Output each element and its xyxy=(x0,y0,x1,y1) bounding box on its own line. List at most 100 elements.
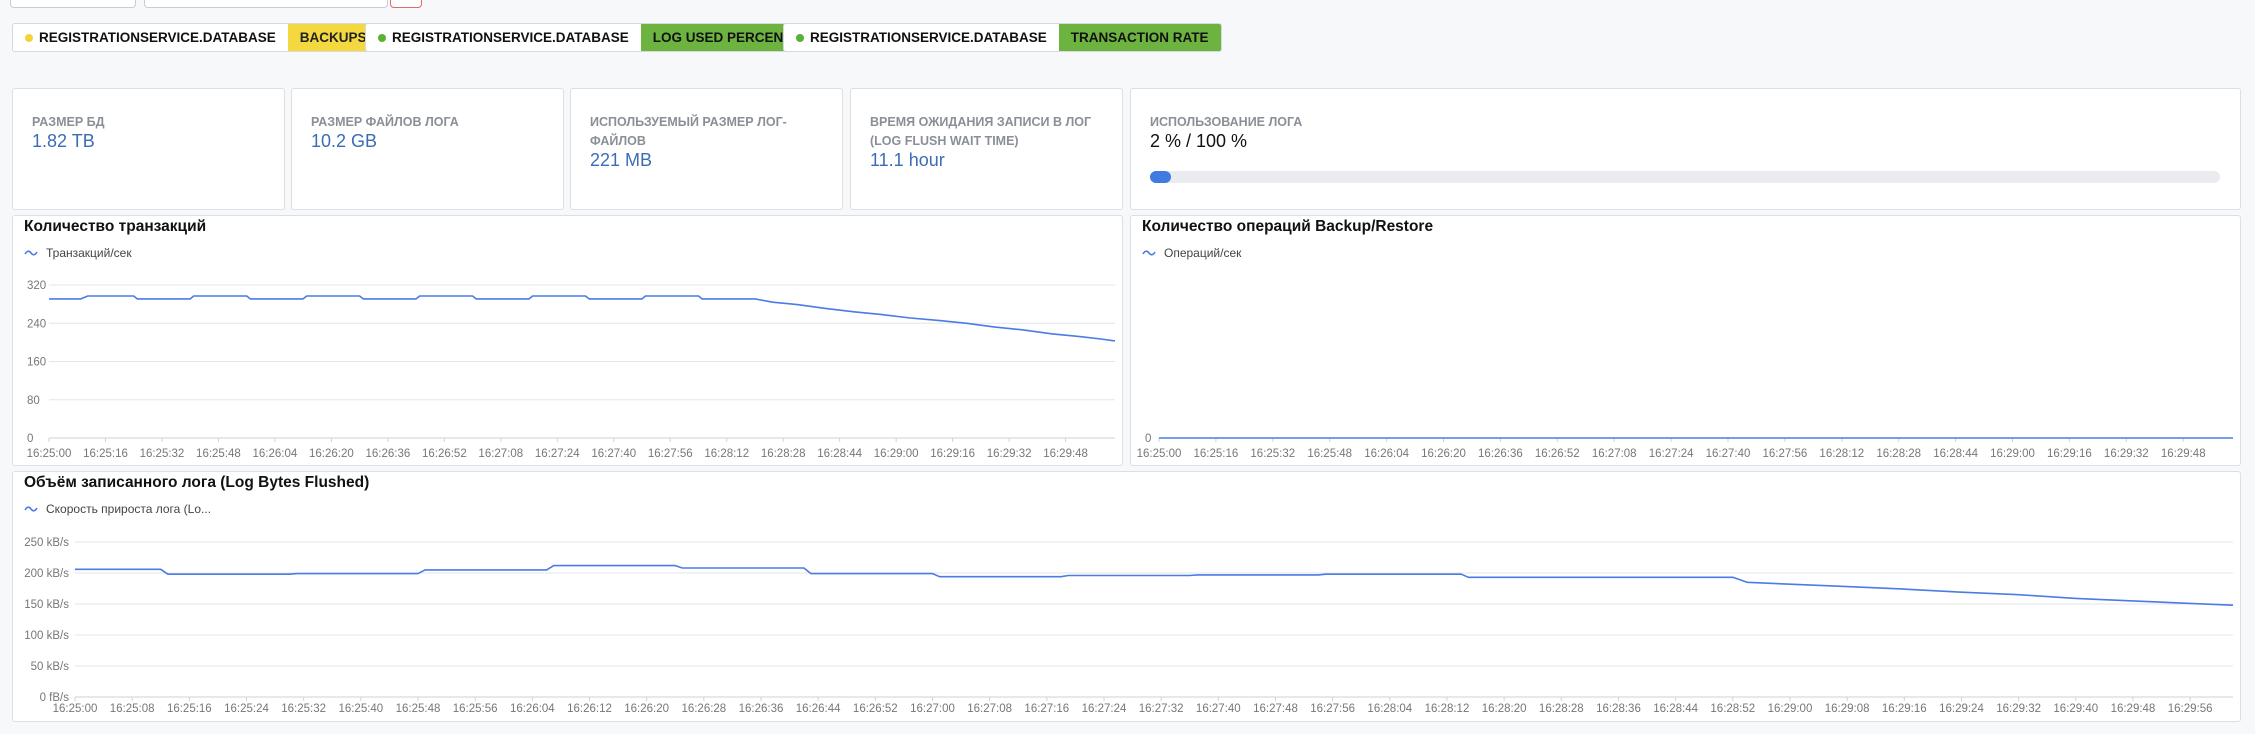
x-tick-label: 16:26:36 xyxy=(739,703,784,715)
x-tick-label: 16:29:16 xyxy=(2047,448,2092,460)
x-tick-label: 16:29:32 xyxy=(2104,448,2149,460)
x-tick-label: 16:28:20 xyxy=(1482,703,1527,715)
gauge-track xyxy=(1150,171,2220,183)
x-tick-label: 16:28:36 xyxy=(1596,703,1641,715)
x-tick-label: 16:26:28 xyxy=(681,703,726,715)
y-tick-label: 240 xyxy=(27,318,46,330)
x-tick-label: 16:28:52 xyxy=(1710,703,1755,715)
x-tick-label: 16:29:48 xyxy=(2161,448,2206,460)
y-tick-label: 200 kB/s xyxy=(24,568,69,580)
filter-chip-backups[interactable]: REGISTRATIONSERVICE.DATABASE BACKUPS xyxy=(12,23,380,52)
y-tick-label: 250 kB/s xyxy=(24,537,69,549)
x-tick-label: 16:25:24 xyxy=(224,703,269,715)
x-tick-label: 16:25:32 xyxy=(1250,448,1295,460)
stat-label: Размер БД xyxy=(32,115,105,129)
chart-panel-transactions: Количество транзакций Транзакций/сек 0 80… xyxy=(12,215,1123,466)
gauge-fill xyxy=(1150,171,1172,183)
x-tick-label: 16:26:36 xyxy=(365,448,410,460)
x-tick-label: 16:28:28 xyxy=(1876,448,1921,460)
x-tick-label: 16:25:16 xyxy=(83,448,128,460)
x-tick-label: 16:27:40 xyxy=(1706,448,1751,460)
y-tick-label: 160 xyxy=(27,357,46,369)
x-tick-label: 16:29:40 xyxy=(2053,703,2098,715)
x-tick-label: 16:25:32 xyxy=(281,703,326,715)
x-tick-label: 16:27:08 xyxy=(1592,448,1637,460)
x-tick-label: 16:25:16 xyxy=(167,703,212,715)
status-dot-icon xyxy=(378,33,386,42)
filter-chip-name: REGISTRATIONSERVICE.DATABASE xyxy=(810,30,1047,45)
x-tick-label: 16:28:44 xyxy=(1653,703,1698,715)
x-tick-label: 16:27:08 xyxy=(967,703,1012,715)
filter-chip-name: REGISTRATIONSERVICE.DATABASE xyxy=(39,30,276,45)
x-tick-label: 16:25:08 xyxy=(110,703,155,715)
stat-value: 221 MB xyxy=(590,150,653,170)
x-tick-label: 16:26:04 xyxy=(510,703,555,715)
backup-restore-chart: 0 16:25:00 16:25:16 16:25:32 16:25:48 16:26:0… xyxy=(1137,433,2233,460)
x-tick-label: 16:27:48 xyxy=(1253,703,1298,715)
gauge-value: 2 % / 100 % xyxy=(1150,131,1248,151)
x-tick-label: 16:26:52 xyxy=(422,448,467,460)
stat-panel-log-used-size: Используемый размер лог-файлов 221 MB xyxy=(570,88,843,210)
x-tick-label: 16:27:40 xyxy=(1196,703,1241,715)
stat-label: Используемый размер лог-файлов xyxy=(590,115,787,148)
x-tick-label: 16:29:00 xyxy=(1768,703,1813,715)
y-tick-label: 320 xyxy=(27,280,46,292)
x-tick-label: 16:28:28 xyxy=(1539,703,1584,715)
gauge-label: Использование лога xyxy=(1150,115,1303,129)
x-tick-label: 16:25:00 xyxy=(53,703,98,715)
x-tick-label: 16:26:52 xyxy=(853,703,898,715)
x-tick-label: 16:27:00 xyxy=(910,703,955,715)
x-tick-label: 16:27:08 xyxy=(478,448,523,460)
stat-label: Размер файлов лога xyxy=(311,115,459,129)
x-tick-label: 16:25:48 xyxy=(396,703,441,715)
x-tick-label: 16:26:20 xyxy=(309,448,354,460)
stat-panel-log-flush-wait: Время ожидания записи в лог (Log Flush W… xyxy=(850,88,1123,210)
x-tick-label: 16:25:00 xyxy=(27,448,72,460)
status-dot-icon xyxy=(25,33,33,42)
x-tick-label: 16:25:32 xyxy=(140,448,185,460)
x-tick-label: 16:27:56 xyxy=(1310,703,1355,715)
x-tick-label: 16:28:12 xyxy=(1425,703,1470,715)
x-tick-label: 16:27:16 xyxy=(1024,703,1069,715)
x-tick-label: 16:27:24 xyxy=(535,448,580,460)
x-tick-label: 16:28:44 xyxy=(817,448,862,460)
x-tick-label: 16:27:56 xyxy=(648,448,693,460)
y-tick-label: 80 xyxy=(27,395,40,407)
x-tick-label: 16:29:24 xyxy=(1939,703,1984,715)
x-tick-label: 16:26:20 xyxy=(624,703,669,715)
x-tick-label: 16:27:32 xyxy=(1139,703,1184,715)
series-line xyxy=(75,564,2234,606)
series-line xyxy=(49,295,1116,342)
x-tick-label: 16:25:40 xyxy=(338,703,383,715)
filter-chip-name: REGISTRATIONSERVICE.DATABASE xyxy=(392,30,629,45)
x-tick-label: 16:27:24 xyxy=(1649,448,1694,460)
x-tick-label: 16:27:40 xyxy=(591,448,636,460)
stat-label: Время ожидания записи в лог (Log Flush W… xyxy=(870,115,1092,148)
x-tick-label: 16:26:12 xyxy=(567,703,612,715)
status-dot-icon xyxy=(796,33,804,42)
y-tick-label: 150 kB/s xyxy=(24,599,69,611)
top-control-fragment[interactable] xyxy=(10,0,136,8)
x-tick-label: 16:29:56 xyxy=(2168,703,2213,715)
x-tick-label: 16:27:56 xyxy=(1763,448,1808,460)
filter-chip-transaction-rate[interactable]: REGISTRATIONSERVICE.DATABASE TRANSACTION… xyxy=(783,23,1222,52)
top-control-fragment[interactable] xyxy=(144,0,388,8)
chart-panel-log-bytes-flushed: Объём записанного лога (Log Bytes Flushe… xyxy=(12,471,2241,722)
x-tick-label: 16:29:00 xyxy=(874,448,919,460)
x-tick-label: 16:29:00 xyxy=(1990,448,2035,460)
log-bytes-flushed-chart: 0 fB/s50 kB/s100 kB/s150 kB/s200 kB/s250… xyxy=(24,537,2234,715)
chart-panel-backup-restore: Количество операций Backup/Restore Опера… xyxy=(1130,215,2241,466)
x-tick-label: 16:25:00 xyxy=(1137,448,1182,460)
x-tick-label: 16:28:44 xyxy=(1933,448,1978,460)
stat-value: 1.82 TB xyxy=(32,131,95,151)
filter-chip-log-used-percent[interactable]: REGISTRATIONSERVICE.DATABASE LOG USED PE… xyxy=(365,23,805,52)
x-tick-label: 16:25:56 xyxy=(453,703,498,715)
transactions-chart: 0 80 160 240 320 16:25:00 16:25:16 16:25:32 16:2… xyxy=(27,280,1116,460)
top-control-fragment[interactable] xyxy=(390,0,422,8)
y-tick-label: 100 kB/s xyxy=(24,630,69,642)
y-tick-label: 0 xyxy=(1145,433,1151,445)
x-tick-label: 16:25:48 xyxy=(196,448,241,460)
x-tick-label: 16:28:12 xyxy=(1819,448,1864,460)
x-tick-label: 16:29:08 xyxy=(1825,703,1870,715)
stat-value: 10.2 GB xyxy=(311,131,378,151)
